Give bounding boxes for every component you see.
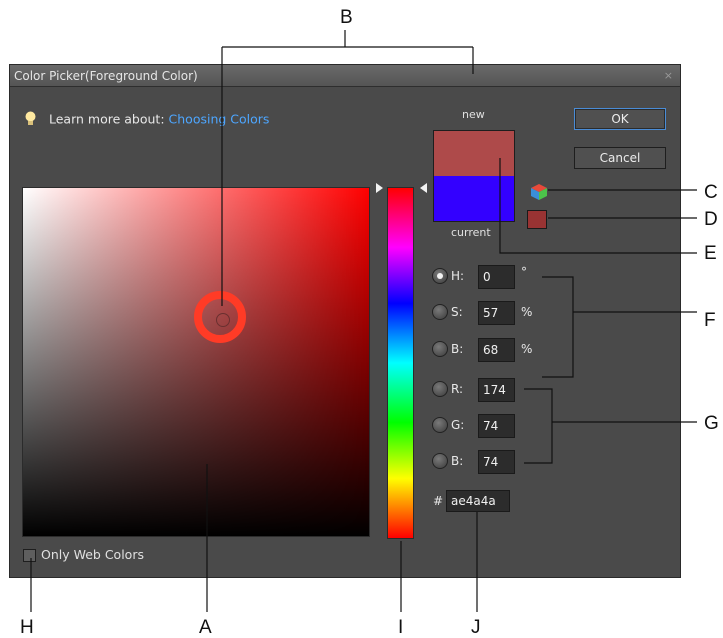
b-rgb-label: B: (451, 454, 464, 468)
h-field[interactable]: 0 (478, 265, 515, 289)
callout-f: F (704, 310, 716, 331)
dialog-title: Color Picker(Foreground Color) (14, 69, 198, 83)
callout-e: E (704, 243, 717, 264)
only-web-colors-label: Only Web Colors (41, 547, 144, 562)
s-unit: % (521, 305, 533, 319)
b-hsb-unit: % (521, 342, 533, 356)
h-unit: ° (521, 265, 527, 279)
new-label: new (462, 108, 485, 121)
r-field[interactable]: 174 (478, 378, 515, 402)
r-label: R: (451, 382, 464, 396)
cancel-button[interactable]: Cancel (574, 147, 666, 169)
radio-r[interactable] (432, 381, 448, 397)
only-web-colors-row[interactable]: Only Web Colors (23, 547, 144, 562)
new-color-swatch (434, 131, 514, 176)
s-field[interactable]: 57 (478, 301, 515, 325)
learn-more-text: Learn more about: (48, 111, 165, 127)
radio-b-rgb[interactable] (432, 453, 448, 469)
callout-j: J (471, 617, 481, 638)
radio-b-hsb[interactable] (432, 341, 448, 357)
b-hsb-label: B: (451, 342, 464, 356)
callout-b: B (340, 7, 353, 28)
current-color-swatch[interactable] (434, 176, 514, 221)
color-field[interactable] (22, 187, 370, 537)
callout-c: C (704, 182, 718, 203)
hue-slider[interactable] (387, 187, 414, 539)
callout-g: G (704, 413, 719, 434)
web-safe-color-swatch[interactable] (527, 210, 547, 229)
callout-i: I (398, 617, 404, 638)
b-hsb-field[interactable]: 68 (478, 338, 515, 362)
selection-point[interactable] (216, 313, 230, 327)
b-rgb-field[interactable]: 74 (478, 450, 515, 474)
only-web-colors-checkbox[interactable] (23, 549, 36, 562)
color-cube-icon[interactable] (530, 183, 548, 205)
h-label: H: (451, 269, 465, 283)
choosing-colors-link[interactable]: Choosing Colors (169, 112, 270, 127)
current-label: current (451, 226, 491, 239)
lightbulb-icon (25, 111, 36, 129)
s-label: S: (451, 305, 463, 319)
radio-g[interactable] (432, 417, 448, 433)
radio-h[interactable] (432, 268, 448, 284)
callout-d: D (704, 209, 718, 230)
title-bar[interactable]: Color Picker(Foreground Color) × (10, 65, 680, 87)
close-icon[interactable]: × (664, 65, 673, 87)
color-picker-dialog: Color Picker(Foreground Color) × Learn m… (9, 64, 681, 578)
callout-h: H (20, 617, 34, 638)
g-field[interactable]: 74 (478, 414, 515, 438)
color-swatch (433, 130, 515, 222)
g-label: G: (451, 418, 465, 432)
hue-slider-right-arrow[interactable] (420, 183, 427, 193)
learn-more-row: Learn more about: Choosing Colors (25, 111, 269, 129)
hex-label: # (433, 494, 444, 508)
hue-slider-left-arrow[interactable] (376, 183, 383, 193)
ok-button[interactable]: OK (574, 108, 666, 130)
callout-a: A (199, 617, 212, 638)
hex-field[interactable]: ae4a4a (446, 490, 510, 512)
radio-s[interactable] (432, 304, 448, 320)
